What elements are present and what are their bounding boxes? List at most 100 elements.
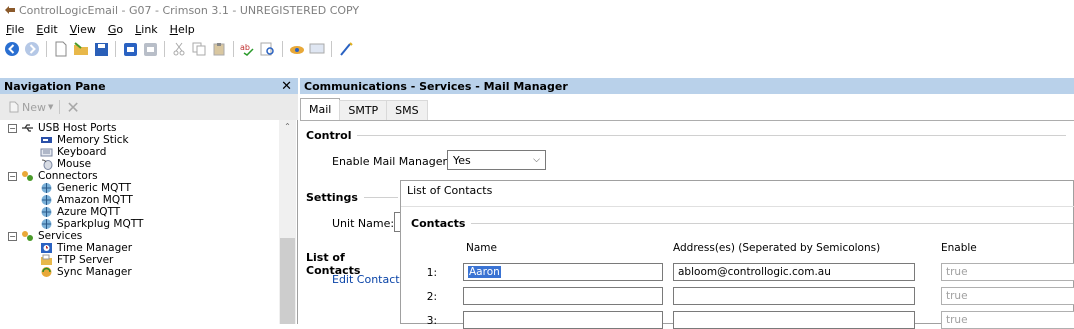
- gray-box-icon[interactable]: [141, 40, 159, 58]
- tree-item-label: Amazon MQTT: [57, 194, 133, 206]
- save-icon[interactable]: [92, 40, 110, 58]
- menu-go[interactable]: Go: [108, 23, 123, 36]
- navigation-pane: Navigation Pane ✕ New ▼ ✕ − USB Host Por…: [0, 78, 298, 324]
- select-value: Yes: [453, 153, 471, 167]
- contact-name-input[interactable]: [463, 311, 663, 329]
- menu-edit[interactable]: Edit: [36, 23, 57, 36]
- new-item-icon: [9, 101, 19, 113]
- tab-mail[interactable]: Mail: [300, 98, 341, 120]
- tree-item-label: Generic MQTT: [57, 182, 132, 194]
- contact-enable-field[interactable]: true: [941, 311, 1074, 329]
- scrollbar-thumb[interactable]: [280, 238, 295, 324]
- back-icon[interactable]: [3, 40, 21, 58]
- toolbar: ab: [0, 38, 1074, 60]
- svg-text:ab: ab: [240, 43, 250, 52]
- menu-view[interactable]: View: [70, 23, 96, 36]
- tree-item-label: USB Host Ports: [38, 122, 117, 134]
- collapse-icon[interactable]: −: [8, 123, 17, 133]
- scroll-up-icon[interactable]: ⌃: [279, 122, 296, 131]
- copy-icon[interactable]: [190, 40, 208, 58]
- new-button[interactable]: New ▼: [8, 101, 53, 114]
- menu-help[interactable]: Help: [170, 23, 195, 36]
- menu-link[interactable]: Link: [135, 23, 158, 36]
- dialog-title: List of Contacts: [407, 184, 493, 197]
- tree-item-azure-mqtt[interactable]: Azure MQTT: [40, 206, 120, 218]
- navigation-pane-header: Navigation Pane ✕: [0, 78, 298, 94]
- tree-item-label: Services: [38, 230, 83, 242]
- menu-bar: File Edit View Go Link Help: [0, 20, 1074, 38]
- tree-item-sparkplug-mqtt[interactable]: Sparkplug MQTT: [40, 218, 143, 230]
- contact-address-input[interactable]: [673, 287, 915, 305]
- tree-item-usb-host-ports[interactable]: − USB Host Ports: [8, 122, 116, 134]
- find-icon[interactable]: [259, 40, 277, 58]
- tab-sms[interactable]: SMS: [386, 100, 428, 120]
- chevron-down-icon: ⌵: [533, 155, 540, 165]
- tree-item-sync-manager[interactable]: Sync Manager: [40, 266, 132, 278]
- tree-item-memory-stick[interactable]: Memory Stick: [40, 134, 129, 146]
- cut-icon[interactable]: [170, 40, 188, 58]
- ftp-server-icon: [41, 254, 52, 265]
- toolbar-separator: [331, 41, 332, 57]
- tree-item-mouse[interactable]: Mouse: [40, 158, 91, 170]
- enable-mail-manager-label: Enable Mail Manager:: [332, 155, 451, 168]
- chevron-down-icon: ▼: [48, 103, 54, 111]
- mqtt-icon: [41, 207, 52, 217]
- paste-icon[interactable]: [210, 40, 228, 58]
- navigation-scrollbar[interactable]: ⌃: [279, 120, 296, 324]
- list-of-contacts-dialog: List of Contacts Contacts Name Address(e…: [400, 180, 1074, 329]
- settings-group: Settings: [306, 191, 398, 204]
- send-icon[interactable]: [288, 40, 306, 58]
- contact-address-input[interactable]: abloom@controllogic.com.au: [673, 263, 915, 281]
- edit-contacts-link[interactable]: Edit Contacts: [332, 273, 405, 286]
- delete-icon[interactable]: ✕: [66, 98, 79, 117]
- mouse-icon: [41, 159, 53, 170]
- group-title: Contacts: [411, 217, 466, 230]
- tab-smtp[interactable]: SMTP: [339, 100, 388, 120]
- tree-item-generic-mqtt[interactable]: Generic MQTT: [40, 182, 131, 194]
- tree-item-ftp-server[interactable]: FTP Server: [40, 254, 113, 266]
- enable-mail-manager-select[interactable]: Yes ⌵: [447, 150, 546, 170]
- unit-name-label: Unit Name:: [332, 217, 395, 230]
- menu-file[interactable]: File: [6, 23, 24, 36]
- collapse-icon[interactable]: −: [8, 231, 17, 241]
- tree-item-time-manager[interactable]: Time Manager: [40, 242, 132, 254]
- tab-label: SMTP: [348, 104, 379, 117]
- contact-enable-field[interactable]: true: [941, 263, 1074, 281]
- navigation-toolbar: New ▼ ✕: [0, 94, 298, 120]
- forward-icon[interactable]: [23, 40, 41, 58]
- contact-address-input[interactable]: [673, 311, 915, 329]
- mqtt-icon: [41, 195, 52, 205]
- tree-item-label: Memory Stick: [57, 134, 129, 146]
- group-title: Settings: [306, 191, 358, 204]
- monitor-icon[interactable]: [308, 40, 326, 58]
- toolbar-separator: [282, 41, 283, 57]
- contact-name-input[interactable]: Aaron: [463, 263, 663, 281]
- close-icon[interactable]: ✕: [281, 79, 292, 94]
- contact-enable-field[interactable]: true: [941, 287, 1074, 305]
- mqtt-icon: [41, 183, 52, 193]
- sync-manager-icon: [41, 267, 52, 277]
- open-folder-icon[interactable]: [72, 40, 90, 58]
- blue-box-icon[interactable]: [121, 40, 139, 58]
- column-header-address: Address(es) (Seperated by Semicolons): [673, 242, 881, 254]
- control-group: Control: [306, 129, 1066, 142]
- new-file-icon[interactable]: [52, 40, 70, 58]
- tree-item-keyboard[interactable]: Keyboard: [40, 146, 106, 158]
- tree-item-label: FTP Server: [57, 254, 114, 266]
- wand-icon[interactable]: [337, 40, 355, 58]
- tab-label: SMS: [395, 104, 419, 117]
- column-header-name: Name: [466, 242, 497, 254]
- contacts-group: Contacts: [411, 217, 1073, 230]
- spell-check-icon[interactable]: ab: [239, 40, 257, 58]
- tree-item-amazon-mqtt[interactable]: Amazon MQTT: [40, 194, 133, 206]
- group-divider: [471, 223, 1073, 224]
- contact-name-input[interactable]: [463, 287, 663, 305]
- tree-item-services[interactable]: − Services: [8, 230, 82, 242]
- selected-text: Aaron: [468, 266, 501, 278]
- tree-item-connectors[interactable]: − Connectors: [8, 170, 98, 182]
- group-title: Control: [306, 129, 352, 142]
- keyboard-icon: [40, 148, 53, 157]
- collapse-icon[interactable]: −: [8, 171, 17, 181]
- memory-stick-icon: [41, 137, 52, 143]
- navigation-pane-title: Navigation Pane: [4, 79, 106, 93]
